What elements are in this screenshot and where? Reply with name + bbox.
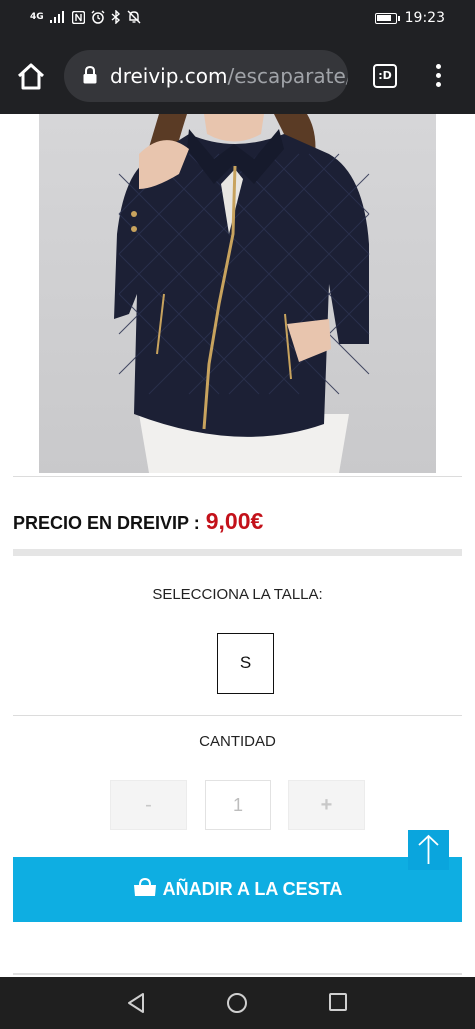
- price-separator: [13, 549, 462, 556]
- status-left: 4G: [30, 10, 141, 24]
- lock-icon: [83, 66, 97, 84]
- browser-toolbar: dreivip.com/escaparate/ :D: [0, 38, 475, 114]
- status-right: 19:23: [374, 10, 445, 26]
- price-label: PRECIO EN DREIVIP :: [13, 513, 200, 533]
- divider: [13, 476, 462, 477]
- size-option-s[interactable]: S: [217, 633, 274, 694]
- price-value: 9,00€: [205, 508, 264, 534]
- scroll-to-top-button[interactable]: [408, 830, 449, 870]
- battery-icon: [374, 12, 400, 24]
- system-nav-bar: [0, 977, 475, 1029]
- nfc-icon: [71, 10, 85, 24]
- mute-icon: [127, 10, 141, 24]
- url-text: dreivip.com/escaparate/: [110, 64, 348, 88]
- size-title: SELECCIONA LA TALLA:: [152, 586, 323, 603]
- arrow-up-icon: [418, 834, 439, 864]
- url-domain: dreivip.com: [110, 64, 228, 88]
- back-icon[interactable]: [125, 992, 147, 1014]
- recent-apps-icon[interactable]: [329, 993, 347, 1011]
- tab-switcher-button[interactable]: :D: [373, 64, 397, 88]
- quantity-increase-button[interactable]: +: [288, 780, 365, 830]
- status-bar: 4G 19:23: [0, 0, 475, 38]
- screen: 4G 19:23 dreivip.com/escaparate/ :D PREC…: [0, 0, 475, 1029]
- price-row: PRECIO EN DREIVIP : 9,00€: [13, 508, 263, 535]
- home-icon[interactable]: [14, 60, 48, 94]
- add-to-cart-button[interactable]: AÑADIR A LA CESTA: [13, 857, 462, 922]
- signal-icon: [49, 11, 64, 23]
- product-image: [39, 114, 436, 473]
- address-bar[interactable]: dreivip.com/escaparate/: [64, 50, 348, 102]
- jacket-photo: [114, 114, 370, 473]
- shopping-bag-icon: [133, 877, 156, 896]
- status-time: 19:23: [404, 10, 445, 26]
- quantity-input[interactable]: [205, 780, 271, 830]
- overflow-menu-icon[interactable]: [432, 64, 444, 90]
- add-to-cart-label: AÑADIR A LA CESTA: [162, 879, 343, 899]
- divider: [13, 715, 462, 716]
- footer-divider: [13, 973, 462, 975]
- alarm-icon: [91, 10, 105, 24]
- home-circle-icon[interactable]: [226, 992, 248, 1014]
- network-type: 4G: [30, 12, 44, 22]
- quantity-decrease-button[interactable]: -: [110, 780, 187, 830]
- quantity-title: CANTIDAD: [199, 733, 276, 750]
- bluetooth-icon: [111, 10, 120, 24]
- url-path: /escaparate/: [227, 64, 349, 88]
